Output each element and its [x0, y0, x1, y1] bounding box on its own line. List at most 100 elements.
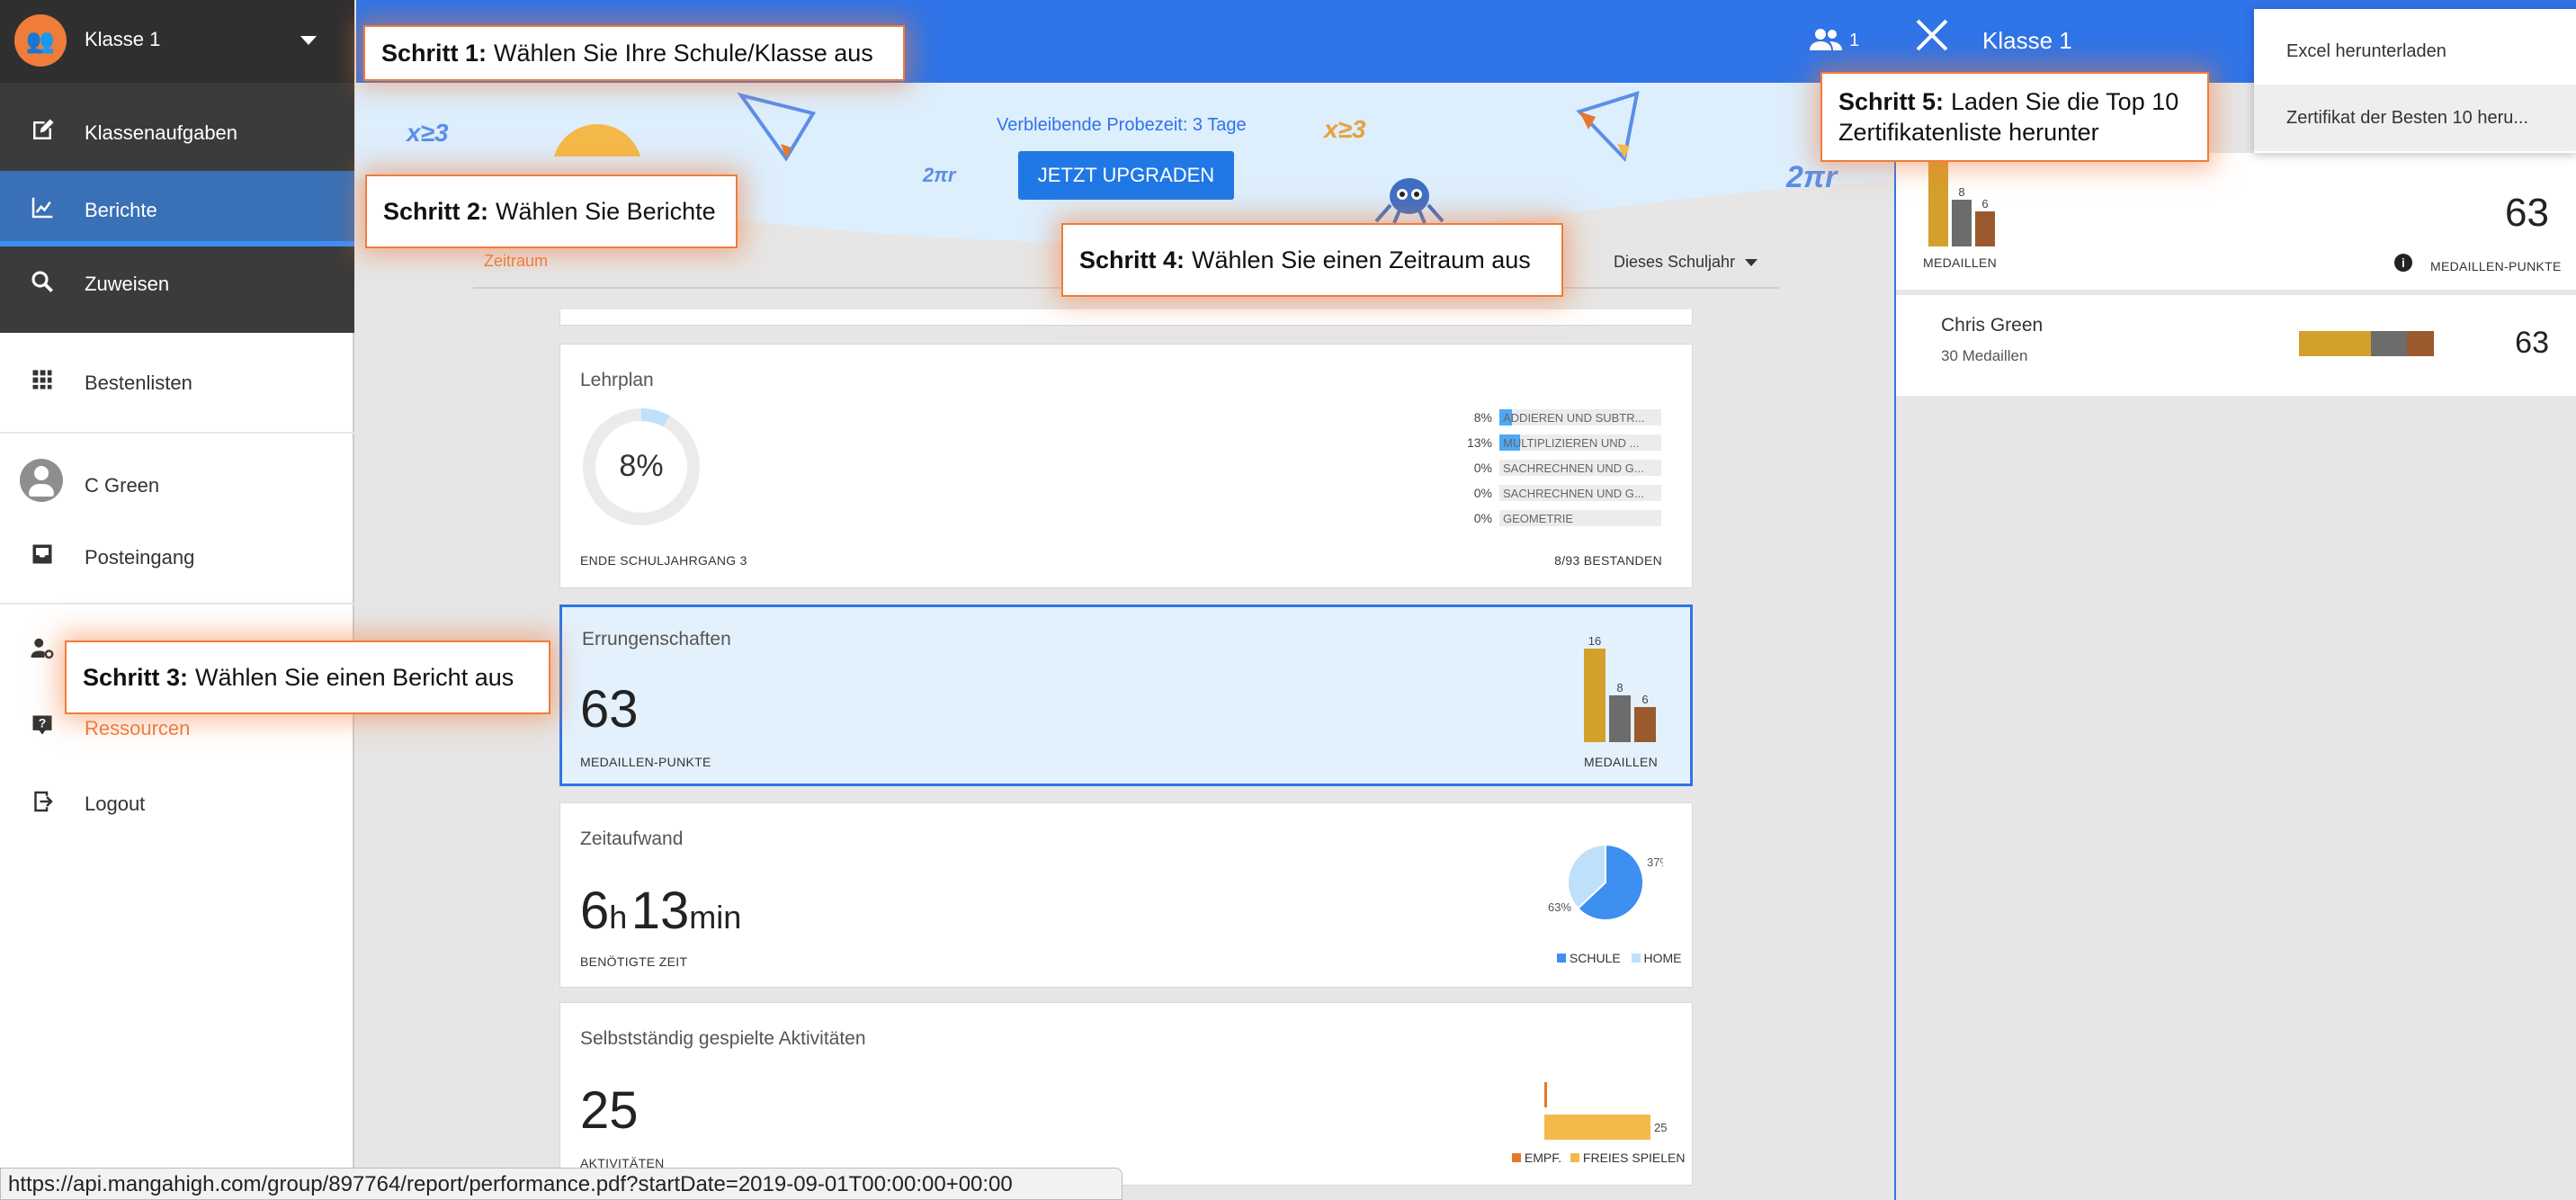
- math-decoration: x≥3: [1324, 115, 1366, 143]
- activities-count: 25: [580, 1081, 639, 1140]
- sidebar-item-bestenlisten[interactable]: Bestenlisten: [0, 344, 354, 419]
- medals-label: MEDAILLEN: [1923, 255, 1998, 270]
- sidebar-item-label: Logout: [85, 793, 146, 815]
- class-group-icon: 👥: [14, 14, 67, 67]
- mini-medal-chart: 86: [1928, 153, 1995, 246]
- report-card-lehrplan[interactable]: Lehrplan 8% ENDE SCHULJAHRGANG 3 8/93 BE…: [559, 344, 1693, 588]
- time-pie-chart: 63% 37%: [1548, 843, 1663, 921]
- detail-panel-title: Klasse 1: [1982, 27, 2072, 54]
- class-selector[interactable]: 👥 Klasse 1: [0, 0, 354, 83]
- lehrplan-row-bar[interactable]: SACHRECHNEN UND G...: [1499, 485, 1661, 501]
- medal-bar-label: 6: [1641, 693, 1648, 706]
- student-name: Chris Green: [1941, 315, 2044, 336]
- card-title: Zeitaufwand: [580, 828, 684, 849]
- users-icon[interactable]: [1810, 27, 1842, 58]
- report-card-zeitaufwand[interactable]: Zeitaufwand 6h 13min BENÖTIGTE ZEIT 63% 3…: [559, 802, 1693, 988]
- hours-unit: h: [609, 899, 628, 936]
- lehrplan-row-name: ADDIEREN UND SUBTR...: [1503, 411, 1645, 425]
- minutes-unit: min: [689, 899, 742, 936]
- lehrplan-row-bar[interactable]: ADDIEREN UND SUBTR...: [1499, 409, 1661, 425]
- upgrade-button[interactable]: JETZT UPGRADEN: [1018, 151, 1234, 200]
- medal-bar-chart: 1686: [1584, 634, 1656, 742]
- medal-points-label: MEDAILLEN-PUNKTE: [2430, 259, 2562, 273]
- math-decoration: x≥3: [407, 119, 449, 147]
- browser-status-url: https://api.mangahigh.com/group/897764/r…: [0, 1168, 1123, 1200]
- legend-swatch-schule: [1557, 954, 1566, 963]
- sidebar-item-logout[interactable]: Logout: [0, 765, 354, 840]
- callout-step: Schritt 1:: [381, 40, 487, 67]
- legend-label: EMPF.: [1524, 1151, 1562, 1165]
- triangle-decoration: [1574, 90, 1660, 170]
- bronze-segment: [2407, 331, 2434, 356]
- time-value: 6h 13min: [580, 881, 741, 941]
- passed-count: 8/93 BESTANDEN: [1554, 553, 1662, 568]
- math-decoration: 2πr: [923, 164, 956, 186]
- student-points: 63: [2515, 326, 2549, 360]
- close-icon[interactable]: [1914, 16, 1950, 61]
- sidebar-item-label: C Green: [85, 474, 160, 497]
- pie-legend: SCHULE HOME: [1557, 951, 1681, 965]
- chevron-down-icon: [300, 36, 317, 45]
- sun-decoration: [550, 122, 644, 163]
- sidebar-item-berichte[interactable]: Berichte: [0, 171, 354, 246]
- legend-label: SCHULE: [1569, 951, 1621, 965]
- medal-points-value: 63: [2505, 191, 2549, 235]
- lehrplan-row-percent: 0%: [1473, 486, 1492, 500]
- time-label: BENÖTIGTE ZEIT: [580, 954, 688, 969]
- lehrplan-row-name: MULTIPLIZIEREN UND ...: [1503, 436, 1640, 450]
- lehrplan-row-percent: 8%: [1473, 410, 1492, 425]
- lehrplan-row-name: SACHRECHNEN UND G...: [1503, 487, 1644, 500]
- report-card-activities[interactable]: Selbstständig gespielte Aktivitäten 25 A…: [559, 1002, 1693, 1186]
- help-icon: ?: [27, 712, 58, 743]
- medals-label: MEDAILLEN: [1584, 755, 1659, 769]
- medal-bar-label: 16: [1588, 634, 1601, 648]
- callout-step-3: Schritt 3: Wählen Sie einen Bericht aus: [65, 640, 550, 714]
- sidebar-item-zuweisen[interactable]: Zuweisen: [0, 245, 354, 320]
- callout-step-1: Schritt 1: Wählen Sie Ihre Schule/Klasse …: [363, 25, 905, 81]
- lehrplan-row-bar[interactable]: SACHRECHNEN UND G...: [1499, 460, 1661, 476]
- svg-text:?: ?: [39, 715, 47, 730]
- medal-bar: [1634, 707, 1656, 742]
- chevron-down-icon[interactable]: [1745, 259, 1758, 266]
- legend-label: FREIES SPIELEN: [1582, 1151, 1686, 1165]
- lehrplan-row-bar[interactable]: GEOMETRIE: [1499, 510, 1661, 526]
- sidebar-item-label: Zuweisen: [85, 273, 170, 295]
- menu-item-excel[interactable]: Excel herunterladen: [2254, 18, 2576, 85]
- sidebar-item-profile[interactable]: C Green: [0, 446, 354, 522]
- math-decoration: 2πr: [1786, 160, 1838, 194]
- legend-swatch-home: [1631, 954, 1641, 963]
- sidebar-item-posteingang[interactable]: Posteingang: [0, 518, 354, 594]
- medal-bar: [1928, 153, 1948, 246]
- search-icon: [27, 268, 58, 299]
- activity-bar: [1544, 1115, 1650, 1140]
- lehrplan-row-percent: 13%: [1466, 435, 1492, 450]
- card-title: Errungenschaften: [582, 629, 731, 649]
- sidebar-item-klassenaufgaben[interactable]: Klassenaufgaben: [0, 94, 354, 169]
- medal-bar: [1975, 211, 1995, 246]
- callout-step-2: Schritt 2: Wählen Sie Berichte: [365, 175, 738, 248]
- callout-step-5: Schritt 5: Laden Sie die Top 10 Zertifika…: [1820, 72, 2209, 162]
- callout-text: Wählen Sie Ihre Schule/Klasse aus: [494, 40, 873, 67]
- triangle-decoration: [736, 90, 818, 170]
- sidebar-item-label: Berichte: [85, 199, 157, 221]
- report-card-errungenschaften[interactable]: Errungenschaften 63 MEDAILLEN-PUNKTE MED…: [559, 604, 1693, 786]
- student-row[interactable]: Chris Green 30 Medaillen 63: [1896, 295, 2576, 396]
- info-icon[interactable]: i: [2394, 254, 2412, 272]
- user-count: 1: [1849, 31, 1860, 50]
- callout-step: Schritt 3:: [83, 664, 189, 691]
- menu-item-certificate[interactable]: Zertifikat der Besten 10 heru...: [2254, 85, 2576, 151]
- gold-segment: [2299, 331, 2371, 356]
- progress-percent: 8%: [619, 449, 664, 483]
- lehrplan-row-percent: 0%: [1473, 511, 1492, 525]
- period-select[interactable]: Dieses Schuljahr: [1614, 253, 1735, 272]
- lehrplan-row-name: GEOMETRIE: [1503, 512, 1574, 525]
- sidebar-item-label: Posteingang: [85, 546, 195, 569]
- report-card-partial: [559, 309, 1693, 326]
- medal-bar-label: 8: [1958, 185, 1964, 199]
- sidebar-item-label: Klassenaufgaben: [85, 121, 238, 144]
- class-summary-card: 86 MEDAILLEN 63 i MEDAILLEN-PUNKTE: [1896, 153, 2576, 290]
- silver-segment: [2371, 331, 2407, 356]
- chart-icon: [27, 194, 58, 225]
- lehrplan-row-percent: 0%: [1473, 461, 1492, 475]
- lehrplan-row-bar[interactable]: MULTIPLIZIEREN UND ...: [1499, 434, 1661, 451]
